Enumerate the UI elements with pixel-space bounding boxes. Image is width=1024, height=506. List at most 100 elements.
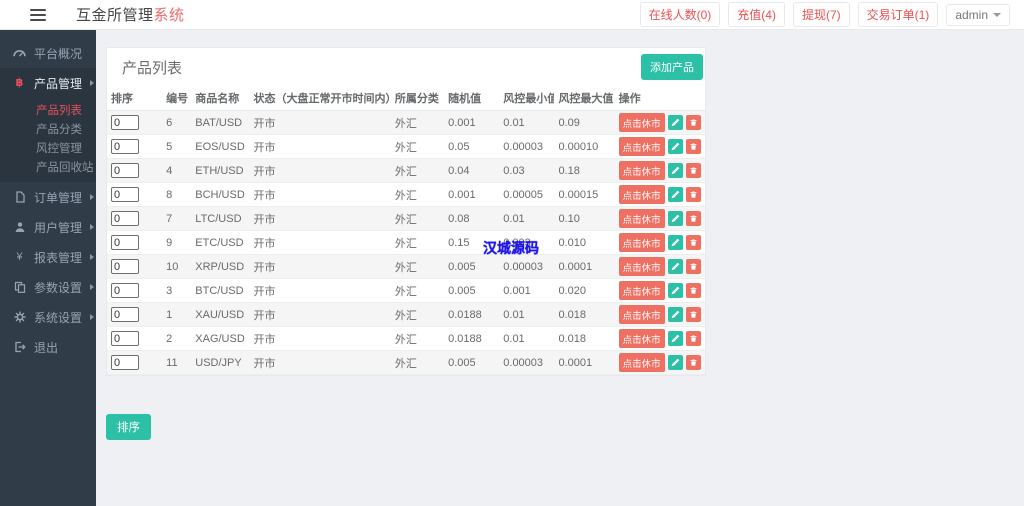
admin-screen: 互金所管理系统 在线人数(0) 充值(4) 提现(7) 交易订单(1) admi… [0,0,1024,506]
delete-button[interactable] [685,355,701,370]
delete-button[interactable] [685,235,701,250]
close-market-button[interactable]: 点击休市 [618,353,665,372]
product-status: 开市 [253,309,276,322]
sort-input[interactable] [111,331,139,346]
sort-input[interactable] [111,259,139,274]
product-id: 2 [166,332,173,345]
edit-pencil-icon [671,310,679,319]
sort-input[interactable] [111,211,139,226]
product-risk-min: 0.00003 [503,356,544,369]
close-market-button[interactable]: 点击休市 [618,257,665,276]
row-actions: 点击休市 [618,303,701,326]
close-market-button[interactable]: 点击休市 [618,113,665,132]
product-status: 开市 [253,333,276,346]
close-market-button[interactable]: 点击休市 [618,137,665,156]
product-status: 开市 [253,141,276,154]
row-actions: 点击休市 [618,327,701,350]
chevron-right-icon [90,224,95,230]
recharge-link[interactable]: 充值(4) [728,2,785,27]
delete-button[interactable] [685,163,701,178]
sidebar-group-products: ฿ 产品管理 产品列表 产品分类 风控管理 产品回收站 [0,68,96,182]
delete-button[interactable] [685,259,701,274]
table-row: 9 ETC/USD 开市 外汇 0.15 0.003 0.010 点击休市 [107,231,705,255]
edit-button[interactable] [667,331,683,346]
sort-input[interactable] [111,235,139,250]
sidebar-item-parameter-settings[interactable]: 参数设置 [0,272,96,302]
edit-button[interactable] [667,307,683,322]
delete-button[interactable] [685,211,701,226]
edit-button[interactable] [667,139,683,154]
delete-button[interactable] [685,331,701,346]
trade-orders-link[interactable]: 交易订单(1) [857,2,939,27]
edit-button[interactable] [667,163,683,178]
edit-button[interactable] [667,259,683,274]
sort-input[interactable] [111,355,139,370]
close-market-button[interactable]: 点击休市 [618,161,665,180]
table-header-row: 排序 编号 商品名称 状态（大盘正常开市时间内） 所属分类 随机值 风控最小值 … [107,86,705,111]
edit-button[interactable] [667,235,683,250]
sort-input[interactable] [111,139,139,154]
sidebar-item-product-categories[interactable]: 产品分类 [0,119,96,138]
sidebar-item-risk-management[interactable]: 风控管理 [0,138,96,157]
product-name: USD/JPY [195,356,242,369]
product-name: ETC/USD [195,236,244,249]
product-category: 外汇 [394,141,417,154]
edit-button[interactable] [667,115,683,130]
sidebar-item-overview[interactable]: 平台概况 [0,38,96,68]
product-name: ETH/USD [195,164,244,177]
product-id: 3 [166,284,173,297]
close-market-button[interactable]: 点击休市 [618,185,665,204]
col-header-name: 商品名称 [191,86,250,111]
delete-button[interactable] [685,115,701,130]
delete-button[interactable] [685,187,701,202]
close-market-button[interactable]: 点击休市 [618,281,665,300]
delete-trash-icon [690,143,697,150]
sort-submit-button[interactable]: 排序 [106,414,151,440]
order-icon [13,191,26,204]
edit-button[interactable] [667,211,683,226]
sidebar-item-system-settings[interactable]: 系统设置 [0,302,96,332]
delete-button[interactable] [685,307,701,322]
admin-user-dropdown[interactable]: admin [946,3,1010,26]
close-market-button[interactable]: 点击休市 [618,305,665,324]
edit-button[interactable] [667,355,683,370]
product-id: 1 [166,308,173,321]
sidebar-item-product-recycle-bin[interactable]: 产品回收站 [0,157,96,176]
sort-input[interactable] [111,163,139,178]
product-category: 外汇 [394,309,417,322]
sidebar-item-product-management[interactable]: ฿ 产品管理 [0,68,96,98]
close-market-button[interactable]: 点击休市 [618,209,665,228]
chevron-right-icon [90,194,95,200]
sidebar-item-logout[interactable]: 退出 [0,332,96,362]
sidebar-item-order-management[interactable]: 订单管理 [0,182,96,212]
sidebar-item-report-management[interactable]: ¥ 报表管理 [0,242,96,272]
edit-button[interactable] [667,187,683,202]
main-content: 产品列表 添加产品 排序 编号 商品名称 状态（大盘正常开市时间内） 所属分类 … [96,30,1024,506]
edit-button[interactable] [667,283,683,298]
sidebar-item-product-list[interactable]: 产品列表 [0,100,96,119]
row-actions: 点击休市 [618,183,701,206]
delete-trash-icon [690,191,697,198]
product-random-value: 0.005 [448,284,476,297]
product-name: XAU/USD [195,308,245,321]
product-risk-max: 0.10 [558,212,580,225]
add-product-button[interactable]: 添加产品 [641,54,703,80]
sidebar-item-user-management[interactable]: 用户管理 [0,212,96,242]
edit-pencil-icon [671,358,679,367]
delete-button[interactable] [685,283,701,298]
close-market-button[interactable]: 点击休市 [618,233,665,252]
sort-input[interactable] [111,283,139,298]
sort-input[interactable] [111,187,139,202]
sort-input[interactable] [111,115,139,130]
hamburger-menu-icon[interactable] [30,6,46,24]
edit-pencil-icon [671,262,679,271]
delete-button[interactable] [685,139,701,154]
close-market-button[interactable]: 点击休市 [618,329,665,348]
sidebar-item-label: 报表管理 [34,250,83,265]
sort-input[interactable] [111,307,139,322]
withdraw-link[interactable]: 提现(7) [792,2,850,27]
sidebar-item-label: 订单管理 [34,190,83,205]
product-list-panel: 产品列表 添加产品 排序 编号 商品名称 状态（大盘正常开市时间内） 所属分类 … [106,47,706,376]
product-risk-max: 0.0001 [558,356,593,369]
online-users-link[interactable]: 在线人数(0) [639,2,721,27]
